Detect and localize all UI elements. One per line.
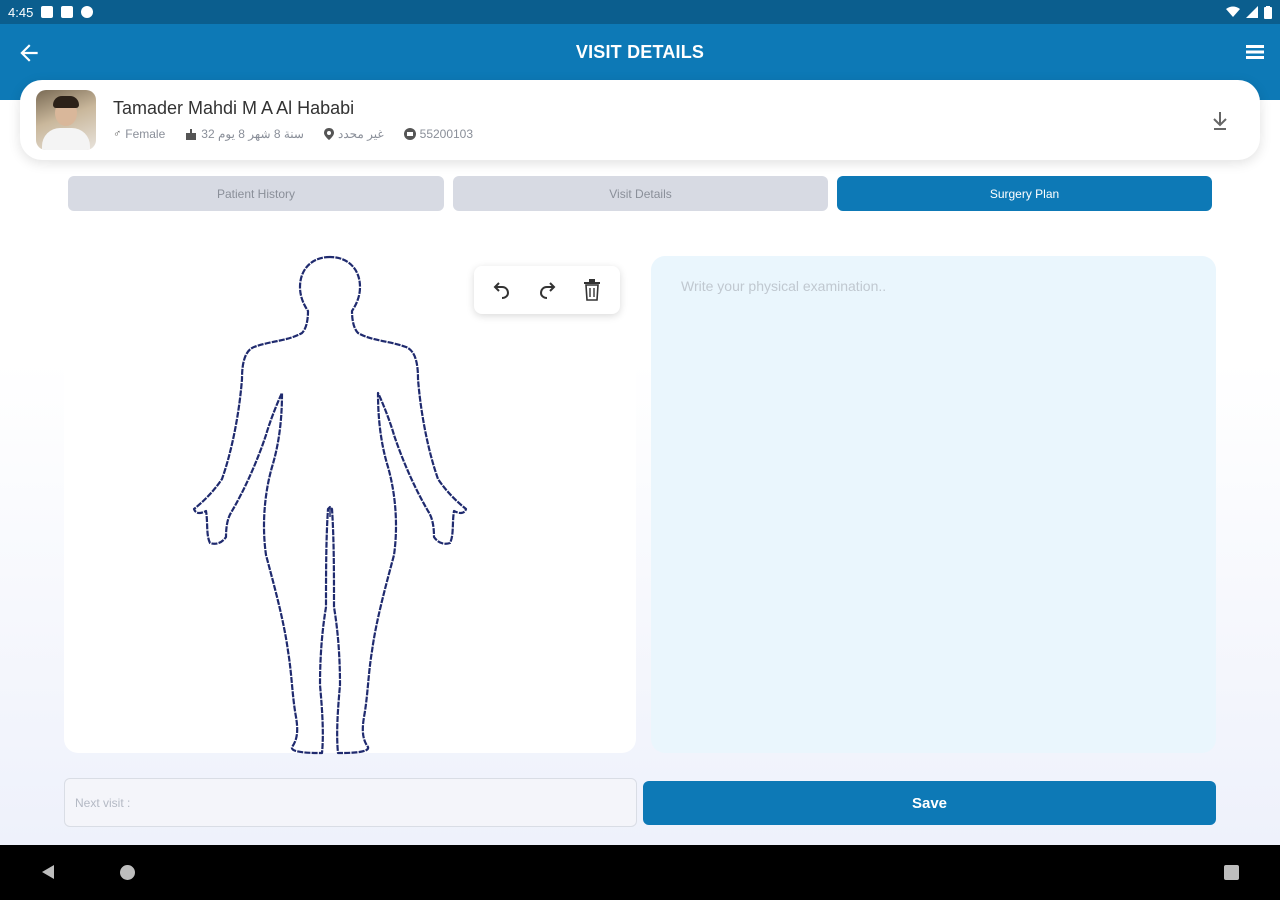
clear-drawing-button[interactable] <box>580 278 604 302</box>
birthday-cake-icon <box>186 128 197 140</box>
battery-icon <box>1264 5 1272 19</box>
nav-back-icon[interactable] <box>40 864 56 880</box>
nav-recents-icon[interactable] <box>1224 865 1239 880</box>
redo-button[interactable] <box>535 278 559 302</box>
sim-icon <box>61 6 74 18</box>
hamburger-menu-icon[interactable] <box>1244 42 1266 62</box>
sync-icon <box>81 6 94 18</box>
notification-icon <box>41 6 54 18</box>
patient-name: Tamader Mahdi M A Al Hababi <box>113 98 355 118</box>
location-pin-icon <box>323 128 334 140</box>
patient-location: غير محدد <box>337 127 384 141</box>
next-visit-input[interactable] <box>65 779 636 826</box>
signal-icon <box>1246 6 1258 18</box>
id-icon <box>403 128 416 140</box>
physical-exam-panel <box>651 256 1216 753</box>
next-visit-field <box>64 778 637 827</box>
patient-age: 32 سنة 8 شهر 8 يوم <box>201 127 304 141</box>
tab-surgery-plan[interactable]: Surgery Plan <box>837 176 1212 211</box>
page-title: VISIT DETAILS <box>575 42 705 62</box>
patient-meta: ♂ Female 32 سنة 8 شهر 8 يوم غير محدد 552… <box>113 127 473 141</box>
nav-home-icon[interactable] <box>120 865 135 880</box>
drawing-toolbar <box>474 266 620 314</box>
tab-patient-history[interactable]: Patient History <box>68 176 444 211</box>
patient-gender: Female <box>125 127 166 141</box>
patient-id: 55200103 <box>419 127 474 141</box>
gender-icon: ♂ <box>113 128 122 140</box>
system-nav-bar <box>0 845 1280 900</box>
wifi-icon <box>1226 6 1240 17</box>
status-time: 4:45 <box>8 4 34 20</box>
undo-icon <box>493 282 510 299</box>
body-outline[interactable] <box>192 255 468 755</box>
tab-bar: Patient History Visit Details Surgery Pl… <box>68 176 1212 211</box>
patient-card: Tamader Mahdi M A Al Hababi ♂ Female 32 … <box>20 80 1260 160</box>
status-bar: 4:45 <box>0 0 1280 24</box>
trash-icon <box>583 279 600 301</box>
download-icon[interactable] <box>1210 110 1230 132</box>
tab-visit-details[interactable]: Visit Details <box>453 176 828 211</box>
avatar <box>36 90 96 150</box>
body-diagram-panel[interactable] <box>64 255 636 755</box>
physical-exam-input[interactable] <box>651 256 1216 753</box>
save-button[interactable]: Save <box>643 781 1216 825</box>
undo-button[interactable] <box>490 278 514 302</box>
redo-icon <box>539 282 556 299</box>
